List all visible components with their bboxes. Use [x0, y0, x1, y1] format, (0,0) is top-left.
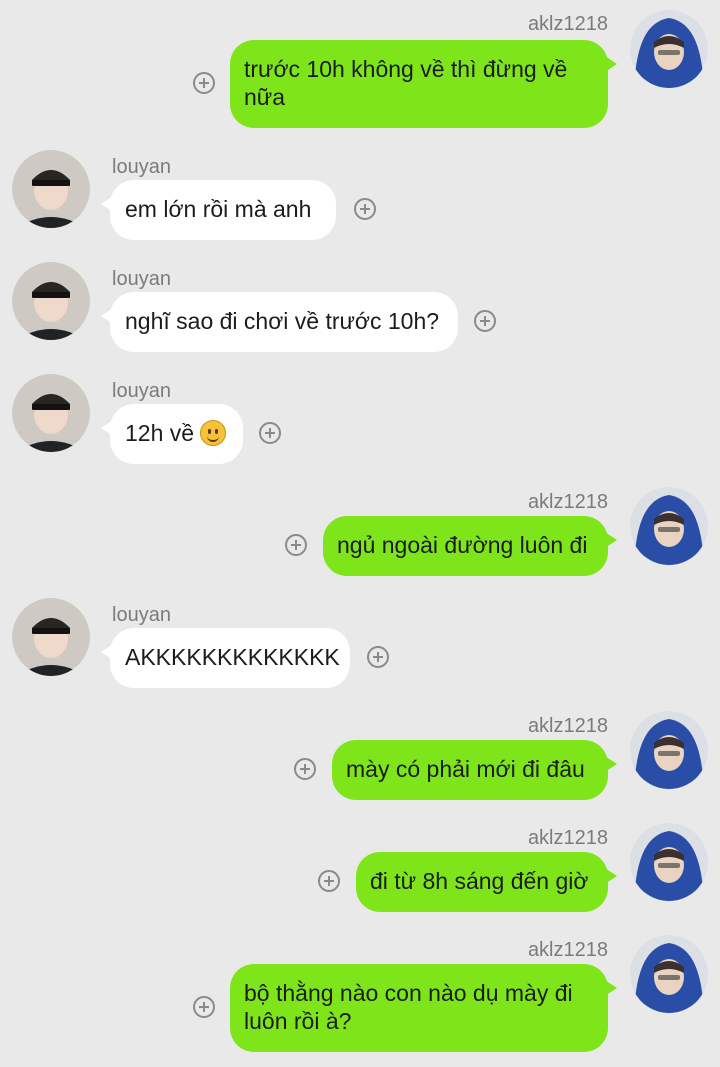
message-text: mày có phải mới đi đâu: [346, 756, 585, 782]
message-text: đi từ 8h sáng đến giờ: [370, 868, 589, 894]
message-bubble[interactable]: trước 10h không về thì đừng về nữa: [230, 40, 617, 128]
sender-name: aklz1218: [527, 13, 608, 35]
plus-circle-icon[interactable]: [294, 758, 316, 780]
message-text: 12h về: [125, 420, 195, 446]
message-text: trước 10h không về thì đừng về nữa: [244, 56, 568, 110]
message-bubble[interactable]: bộ thằng nào con nào dụ mày đi luôn rồi …: [230, 964, 617, 1052]
message-bubble[interactable]: ngủ ngoài đường luôn đi: [323, 516, 617, 576]
sender-avatar[interactable]: [630, 10, 708, 88]
sender-name: louyan: [112, 156, 171, 178]
sender-avatar[interactable]: [630, 935, 708, 1013]
message-bubble[interactable]: 12h về: [101, 404, 243, 464]
message-bubble[interactable]: AKKKKKKKKKKKKK: [101, 628, 350, 688]
plus-circle-icon[interactable]: [193, 72, 215, 94]
bubble-tail: [101, 308, 113, 324]
plus-circle-icon[interactable]: [318, 870, 340, 892]
sender-name: aklz1218: [527, 827, 608, 849]
bubble-tail: [101, 644, 113, 660]
plus-circle-icon[interactable]: [354, 198, 376, 220]
plus-circle-icon[interactable]: [474, 310, 496, 332]
sender-avatar[interactable]: [12, 150, 90, 228]
bubble-tail: [605, 868, 617, 884]
bubble-tail: [605, 756, 617, 772]
sender-avatar[interactable]: [12, 262, 90, 340]
bubble-tail: [605, 532, 617, 548]
message-bubble[interactable]: em lớn rồi mà anh: [101, 180, 336, 240]
plus-circle-icon[interactable]: [367, 646, 389, 668]
plus-circle-icon[interactable]: [285, 534, 307, 556]
message-bubble[interactable]: nghĩ sao đi chơi về trước 10h?: [101, 292, 458, 352]
sender-name: aklz1218: [527, 715, 608, 737]
sender-name: aklz1218: [527, 939, 608, 961]
sender-avatar[interactable]: [12, 598, 90, 676]
sender-name: louyan: [112, 604, 171, 626]
sender-avatar[interactable]: [630, 823, 708, 901]
message-text: em lớn rồi mà anh: [125, 196, 312, 222]
sender-avatar[interactable]: [630, 711, 708, 789]
plus-circle-icon[interactable]: [193, 996, 215, 1018]
plus-circle-icon[interactable]: [259, 422, 281, 444]
message-text: bộ thằng nào con nào dụ mày đi luôn rồi …: [244, 980, 573, 1034]
sender-name: louyan: [112, 268, 171, 290]
message-text: AKKKKKKKKKKKKK: [125, 644, 340, 670]
chat-thread[interactable]: aklz1218 trước 10h không về thì đừng về …: [0, 0, 720, 1067]
message-bubble[interactable]: đi từ 8h sáng đến giờ: [356, 852, 617, 912]
bubble-tail: [605, 980, 617, 996]
sender-name: aklz1218: [527, 491, 608, 513]
bubble-tail: [101, 196, 113, 212]
bubble-tail: [101, 420, 113, 436]
slightly-smiling-face-icon: [200, 420, 227, 446]
bubble-tail: [605, 56, 617, 72]
message-text: ngủ ngoài đường luôn đi: [337, 532, 588, 558]
message-bubble[interactable]: mày có phải mới đi đâu: [332, 740, 617, 800]
sender-name: louyan: [112, 380, 171, 402]
message-text: nghĩ sao đi chơi về trước 10h?: [125, 308, 440, 334]
sender-avatar[interactable]: [12, 374, 90, 452]
sender-avatar[interactable]: [630, 487, 708, 565]
